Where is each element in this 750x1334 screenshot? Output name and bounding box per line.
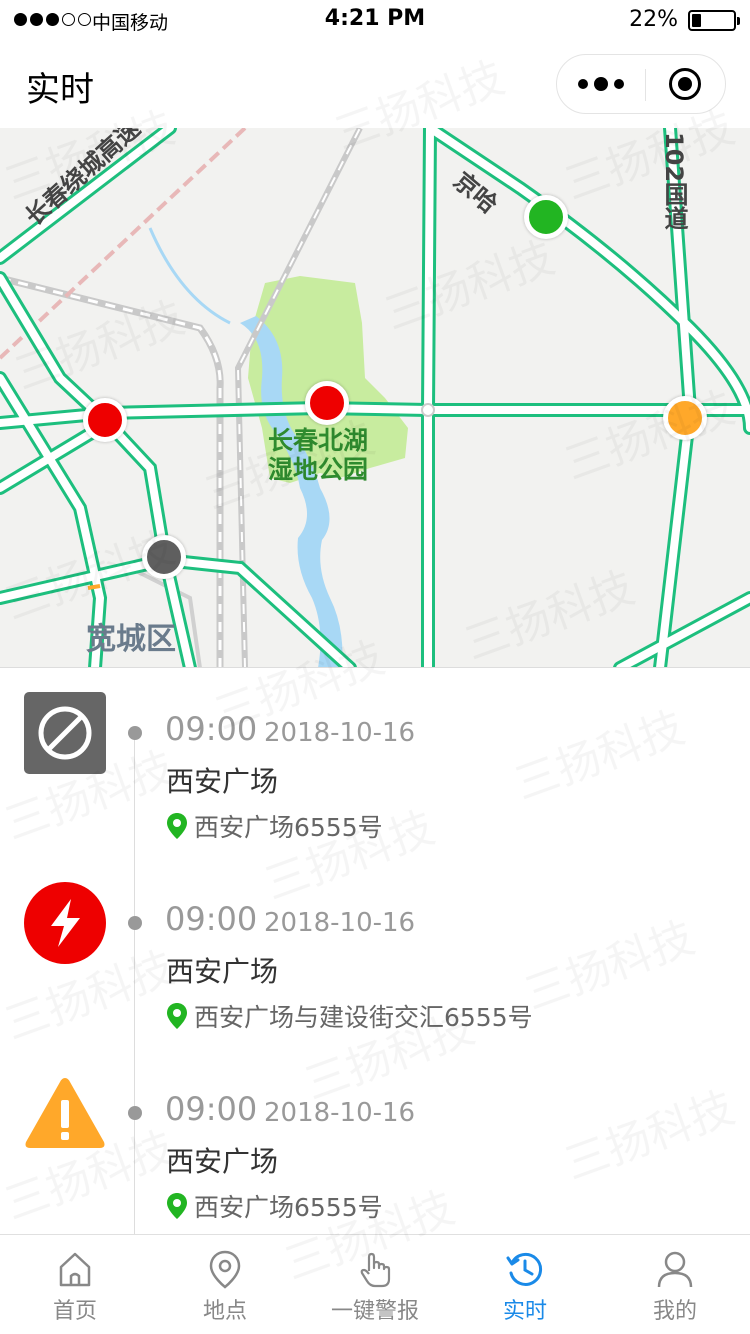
prohibited-icon (24, 692, 106, 774)
event-title: 西安广场 (166, 1145, 279, 1178)
location-pin-icon (167, 813, 187, 839)
event-time: 09:00 (165, 900, 258, 938)
tab-bar: 首页 地点 一键警报 实时 我的 (0, 1234, 750, 1334)
lightning-icon (24, 882, 106, 964)
tab-home[interactable]: 首页 (0, 1235, 150, 1334)
event-list[interactable]: 09:00 2018-10-16 西安广场 西安广场6555号 09:00 20… (0, 668, 750, 1234)
tab-places[interactable]: 地点 (150, 1235, 300, 1334)
location-pin-icon (209, 1250, 241, 1289)
event-time: 09:00 (165, 710, 258, 748)
event-address-text: 西安广场6555号 (194, 1193, 383, 1222)
nav-bar: 实时 (0, 40, 750, 128)
map-marker-green[interactable] (524, 195, 568, 239)
tab-mine[interactable]: 我的 (600, 1235, 750, 1334)
tab-label: 首页 (52, 1299, 97, 1324)
tab-label: 实时 (502, 1299, 547, 1324)
district-label: 宽城区 (86, 622, 176, 657)
warning-triangle-icon (25, 1078, 105, 1148)
user-icon (657, 1251, 693, 1288)
page-title: 实时 (26, 70, 94, 110)
park-label: 长春北湖 湿地公园 (268, 426, 368, 484)
park-label-line2: 湿地公园 (268, 455, 369, 484)
map-marker-gray[interactable] (142, 535, 186, 579)
timeline-dot (128, 916, 142, 930)
mini-program-capsule (556, 54, 726, 114)
event-address: 西安广场6555号 (166, 808, 383, 844)
clock-history-icon (506, 1252, 543, 1286)
map-marker-red-center[interactable] (305, 381, 349, 425)
status-bar: 中国移动 4:21 PM 22% (0, 0, 750, 40)
event-address: 西安广场与建设街交汇6555号 (166, 998, 533, 1034)
location-pin-icon (167, 1193, 187, 1219)
event-time: 09:00 (165, 1090, 258, 1128)
event-address-text: 西安广场6555号 (194, 813, 383, 842)
home-icon (59, 1252, 91, 1287)
event-date: 2018-10-16 (264, 908, 416, 938)
target-circle-icon[interactable] (669, 68, 701, 100)
tab-one-key-alarm[interactable]: 一键警报 (300, 1235, 450, 1334)
capsule-divider (645, 69, 646, 101)
tab-label: 一键警报 (330, 1299, 419, 1324)
event-date: 2018-10-16 (264, 1098, 416, 1128)
event-title: 西安广场 (166, 955, 279, 988)
event-address-text: 西安广场与建设街交汇6555号 (194, 1003, 533, 1032)
timeline-dot (128, 1106, 142, 1120)
event-date: 2018-10-16 (264, 718, 416, 748)
road-label-national-102: 102国道 (660, 132, 688, 231)
hand-tap-icon (360, 1252, 391, 1288)
battery-icon (688, 10, 740, 31)
list-item[interactable]: 09:00 2018-10-16 西安广场 西安广场6555号 (0, 1048, 750, 1234)
park-label-line1: 长春北湖 (268, 426, 369, 455)
tab-realtime[interactable]: 实时 (450, 1235, 600, 1334)
list-item[interactable]: 09:00 2018-10-16 西安广场 西安广场6555号 (0, 668, 750, 858)
map-marker-orange[interactable] (663, 396, 707, 440)
more-dots-icon[interactable] (557, 55, 645, 113)
list-item[interactable]: 09:00 2018-10-16 西安广场 西安广场与建设街交汇6555号 (0, 858, 750, 1048)
tab-label: 我的 (652, 1299, 697, 1324)
map-view[interactable]: 长春绕城高速 京哈 102国道 长春北湖 湿地公园 宽城区 (0, 128, 750, 668)
battery-percent: 22% (629, 7, 678, 32)
event-title: 西安广场 (166, 765, 279, 798)
location-pin-icon (167, 1003, 187, 1029)
map-roads (0, 128, 750, 667)
map-marker-red-left[interactable] (83, 398, 127, 442)
event-address: 西安广场6555号 (166, 1188, 383, 1224)
tab-label: 地点 (202, 1299, 247, 1324)
timeline-dot (128, 726, 142, 740)
